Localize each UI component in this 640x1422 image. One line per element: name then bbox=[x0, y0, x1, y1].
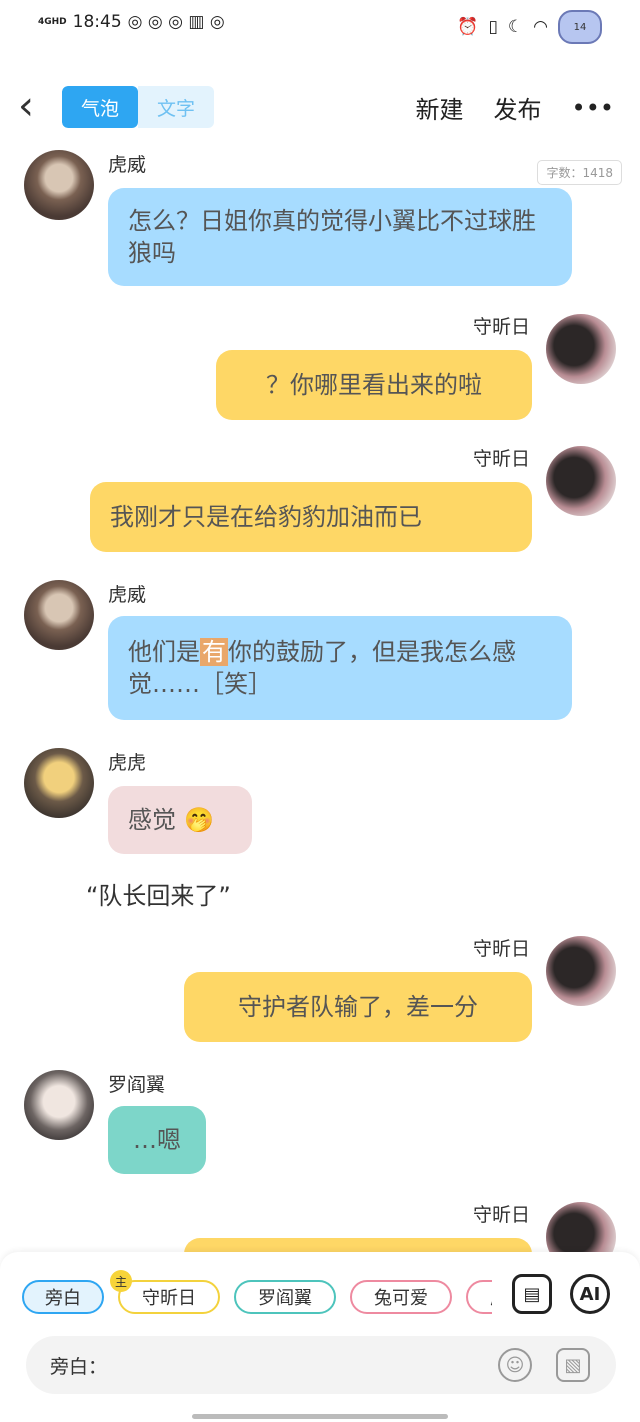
message-text: ？你哪里看出来的啦 bbox=[266, 371, 482, 399]
message-bubble[interactable]: ？你哪里看出来的啦 bbox=[216, 350, 532, 420]
message-text: 守护者队输了，差一分 bbox=[238, 993, 478, 1021]
avatar[interactable] bbox=[24, 150, 94, 220]
avatar[interactable] bbox=[24, 1070, 94, 1140]
sender-name: 守昕日 bbox=[472, 448, 530, 470]
message-bubble[interactable] bbox=[184, 1238, 532, 1253]
emoji-icon[interactable]: ☺ bbox=[498, 1348, 532, 1382]
owner-badge: 主 bbox=[110, 1270, 132, 1292]
role-chip-luoyanyi[interactable]: 罗阎翼 bbox=[234, 1280, 336, 1314]
wifi-icon: ◠ bbox=[533, 17, 548, 37]
role-chip-tukeai[interactable]: 兔可爱 bbox=[350, 1280, 452, 1314]
sender-name: 守昕日 bbox=[472, 938, 530, 960]
sender-name: 罗阎翼 bbox=[108, 1074, 166, 1096]
emoji: 🤭 bbox=[184, 806, 214, 834]
role-chip-narrator[interactable]: 旁白 bbox=[22, 1280, 104, 1314]
message-bubble[interactable]: 感觉 🤭 bbox=[108, 786, 252, 854]
more-icon[interactable]: ••• bbox=[572, 94, 614, 122]
message-input[interactable]: 旁白： ☺ ▧ bbox=[26, 1336, 616, 1394]
avatar[interactable] bbox=[24, 580, 94, 650]
role-chips: 旁白 守昕日 罗阎翼 兔可爱 虎 bbox=[20, 1278, 492, 1318]
avatar[interactable] bbox=[546, 936, 616, 1006]
ai-button[interactable]: AI bbox=[570, 1274, 610, 1314]
tab-bubble[interactable]: 气泡 bbox=[62, 86, 138, 128]
avatar[interactable] bbox=[546, 446, 616, 516]
mode-toggle: 气泡 文字 bbox=[62, 86, 214, 128]
message-bubble[interactable]: 守护者队输了，差一分 bbox=[184, 972, 532, 1042]
message-bubble[interactable]: 怎么？日姐你真的觉得小翼比不过球胜狼吗 bbox=[108, 188, 572, 286]
publish-button[interactable]: 发布 bbox=[494, 90, 542, 125]
new-button[interactable]: 新建 bbox=[416, 90, 464, 125]
tab-text[interactable]: 文字 bbox=[138, 86, 214, 128]
sender-name: 虎威 bbox=[108, 154, 147, 176]
home-indicator bbox=[192, 1414, 448, 1419]
top-nav: ‹ 气泡 文字 新建 发布 ••• bbox=[0, 72, 640, 144]
message-text: 他们是有你的鼓励了，但是我怎么感觉……［笑］ bbox=[128, 638, 516, 698]
image-icon[interactable]: ▧ bbox=[556, 1348, 590, 1382]
alarm-icon: ⏰ bbox=[457, 17, 479, 37]
sender-name: 守昕日 bbox=[472, 1204, 530, 1226]
sender-name: 守昕日 bbox=[472, 316, 530, 338]
avatar[interactable] bbox=[24, 748, 94, 818]
sender-name: 虎虎 bbox=[108, 752, 147, 774]
back-arrow-icon[interactable]: ‹ bbox=[18, 86, 34, 126]
message-bubble[interactable]: …嗯 bbox=[108, 1106, 206, 1174]
word-count: 字数：1418 bbox=[537, 160, 622, 185]
role-chip-hu[interactable]: 虎 bbox=[466, 1280, 492, 1314]
chat-area[interactable]: 字数：1418 虎威 怎么？日姐你真的觉得小翼比不过球胜狼吗 守昕日 ？你哪里看… bbox=[0, 148, 640, 1253]
message-bubble[interactable]: 我刚才只是在给豹豹加油而已 bbox=[90, 482, 532, 552]
message-text: …嗯 bbox=[133, 1126, 181, 1154]
role-chip-shouxinri[interactable]: 守昕日 bbox=[118, 1280, 220, 1314]
character-card-icon[interactable]: ▤ bbox=[512, 1274, 552, 1314]
message-text: 我刚才只是在给豹豹加油而已 bbox=[110, 503, 422, 531]
moon-icon: ☾ bbox=[507, 17, 524, 37]
vibrate-icon: ▯ bbox=[488, 17, 498, 37]
highlight-mark: 有 bbox=[200, 638, 228, 666]
avatar[interactable] bbox=[546, 1202, 616, 1253]
avatar[interactable] bbox=[546, 314, 616, 384]
clock: 18:45 bbox=[72, 12, 122, 32]
heart-badge: 14 bbox=[558, 10, 602, 44]
narration-text[interactable]: “队长回来了” bbox=[86, 876, 231, 911]
composer-panel: 旁白 守昕日 罗阎翼 兔可爱 虎 主 ▤ AI 旁白： ☺ ▧ bbox=[0, 1252, 640, 1422]
network-indicator: 4GHD bbox=[38, 16, 67, 27]
status-bar: 4GHD 18:45 ◎ ◎ ◎ ▥ ◎ ⏰ ▯ ☾ ◠ 14 bbox=[0, 0, 640, 48]
message-text: 怎么？日姐你真的觉得小翼比不过球胜狼吗 bbox=[128, 207, 536, 267]
message-bubble[interactable]: 他们是有你的鼓励了，但是我怎么感觉……［笑］ bbox=[108, 616, 572, 720]
input-prefix: 旁白： bbox=[50, 1356, 108, 1378]
message-text: 感觉 bbox=[128, 806, 176, 834]
notification-icons: ◎ ◎ ◎ ▥ ◎ bbox=[127, 12, 225, 32]
sender-name: 虎威 bbox=[108, 584, 147, 606]
